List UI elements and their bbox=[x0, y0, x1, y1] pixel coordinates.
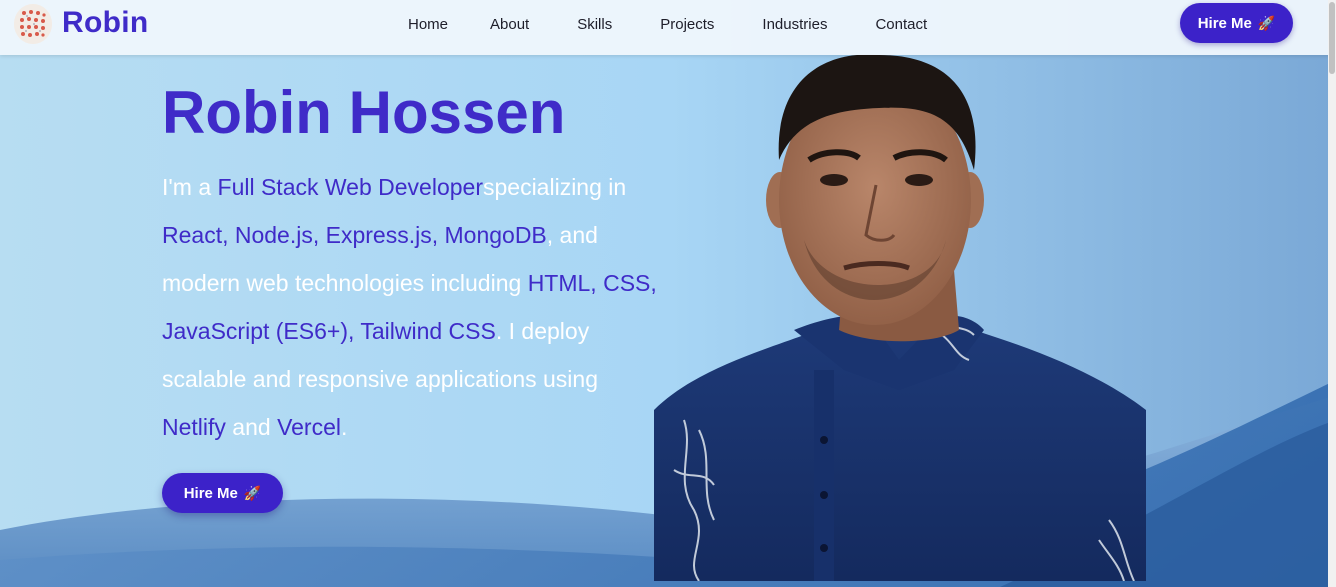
hire-button-label: Hire Me bbox=[183, 484, 238, 502]
nav-links: Home About Skills Projects Industries Co… bbox=[408, 16, 927, 33]
host-highlight: Netlify bbox=[162, 414, 226, 440]
nav-hire-button[interactable]: Hire Me 🚀 bbox=[1180, 3, 1293, 43]
role-highlight: Full Stack Web Developer bbox=[217, 174, 483, 200]
hero-intro: I'm a Full Stack Web Developerspecializi… bbox=[162, 163, 662, 451]
nav-skills[interactable]: Skills bbox=[577, 16, 612, 33]
page-scrollbar[interactable] bbox=[1328, 0, 1336, 587]
navbar: Robin Home About Skills Projects Industr… bbox=[0, 0, 1336, 55]
nav-contact[interactable]: Contact bbox=[875, 16, 927, 33]
intro-text: specializing in bbox=[482, 174, 627, 200]
rocket-icon: 🚀 bbox=[243, 484, 262, 501]
nav-home[interactable]: Home bbox=[408, 16, 448, 33]
nav-industries[interactable]: Industries bbox=[762, 16, 827, 33]
hero-name: Robin Hossen bbox=[162, 79, 566, 146]
logo-icon[interactable] bbox=[14, 4, 52, 44]
nav-about[interactable]: About bbox=[490, 16, 529, 33]
profile-photo bbox=[654, 54, 1146, 581]
hire-button-label: Hire Me bbox=[1197, 14, 1252, 32]
rocket-icon: 🚀 bbox=[1257, 14, 1276, 31]
scrollbar-thumb[interactable] bbox=[1329, 2, 1335, 74]
nav-projects[interactable]: Projects bbox=[660, 16, 714, 33]
brand-name[interactable]: Robin bbox=[62, 6, 148, 40]
intro-text: and bbox=[225, 414, 278, 440]
stack-highlight: React, Node.js, Express.js, MongoDB bbox=[162, 222, 547, 248]
host-highlight: Vercel bbox=[277, 414, 341, 440]
hero-hire-button[interactable]: Hire Me 🚀 bbox=[162, 473, 283, 513]
intro-text: . bbox=[341, 414, 348, 440]
intro-text: I'm a bbox=[162, 174, 218, 200]
